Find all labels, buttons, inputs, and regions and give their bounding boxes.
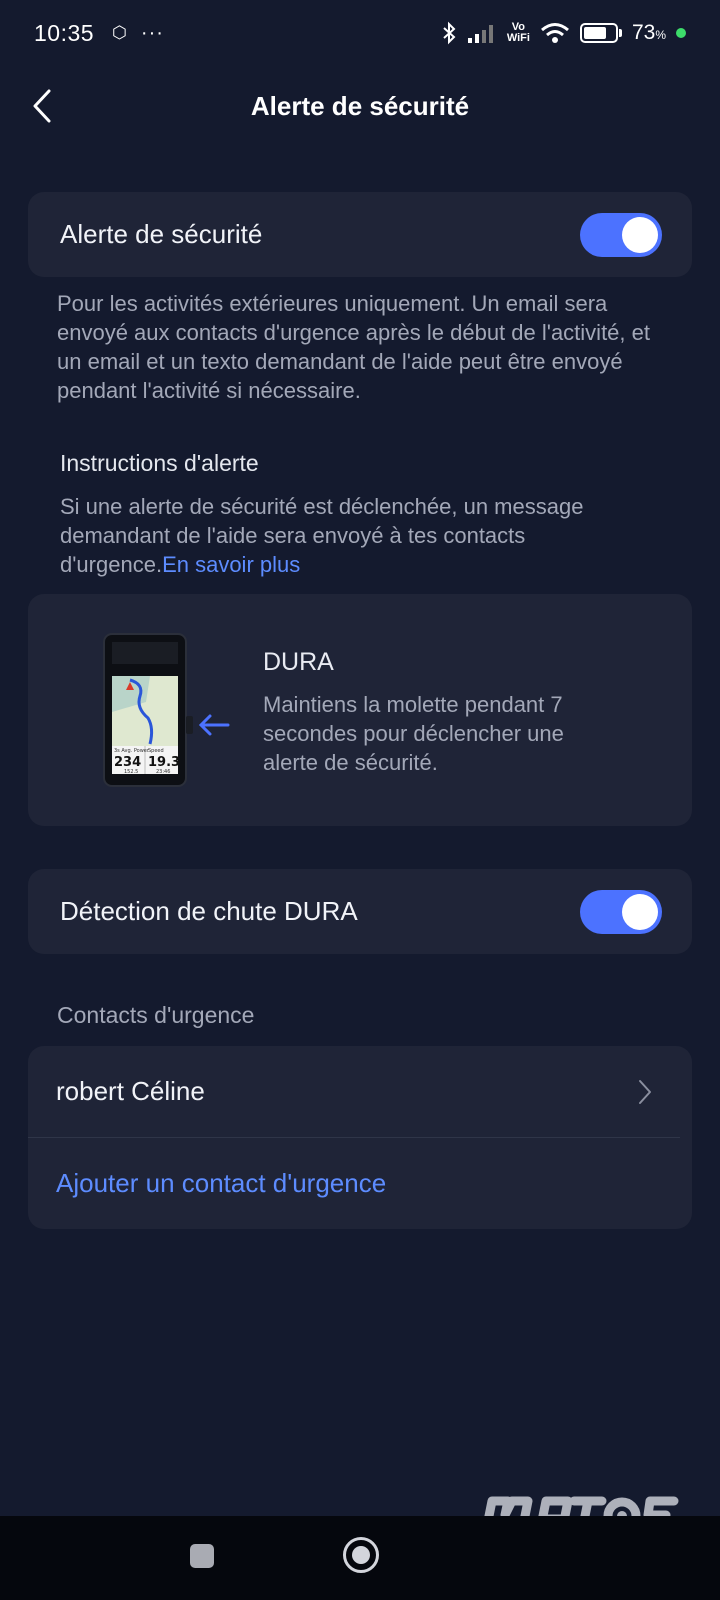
instructions-body: Si une alerte de sécurité est déclenchée… bbox=[60, 494, 584, 577]
page-title: Alerte de sécurité bbox=[250, 90, 470, 121]
battery-fill bbox=[583, 27, 606, 39]
status-time: 10:35 bbox=[34, 19, 95, 46]
bluetooth-icon bbox=[443, 21, 456, 45]
status-icons: Vo WiFi 73% bbox=[441, 21, 686, 45]
device-screen-value-speed: 19.3 bbox=[148, 755, 180, 770]
device-instructions: Maintiens la molette pendant 7 secondes … bbox=[263, 692, 564, 775]
recent-apps-button[interactable] bbox=[190, 1544, 214, 1568]
device-screen-footer-right: 23:46 bbox=[156, 769, 170, 775]
charging-dot-icon bbox=[676, 28, 686, 38]
device-screen-label-power: 3s Avg. Power bbox=[114, 748, 150, 754]
vowifi-icon: Vo WiFi bbox=[507, 22, 530, 44]
fall-detection-toggle[interactable] bbox=[580, 889, 662, 934]
device-card: 3s Avg. Power Speed 234 19.3 152.5 23:46… bbox=[28, 594, 692, 826]
device-name: DURA bbox=[263, 648, 334, 676]
contacts-card: robert Céline Ajouter un contact d'urgen… bbox=[28, 1046, 692, 1229]
fall-detection-card: Détection de chute DURA bbox=[28, 869, 692, 954]
device-screen-label-speed: Speed bbox=[148, 748, 164, 754]
toggle-knob bbox=[622, 216, 658, 253]
vowifi-bottom: WiFi bbox=[506, 32, 530, 44]
contact-row[interactable]: robert Céline bbox=[28, 1046, 680, 1138]
hexagon-notification-icon: ⬡ bbox=[112, 23, 127, 42]
safety-alert-card: Alerte de sécurité bbox=[28, 192, 692, 277]
back-button[interactable] bbox=[22, 84, 62, 128]
more-notifications-icon: ··· bbox=[140, 21, 164, 44]
device-screen-value-power: 234 bbox=[114, 755, 141, 770]
safety-alert-description: Pour les activités extérieures uniquemen… bbox=[57, 291, 650, 403]
home-button[interactable] bbox=[343, 1537, 379, 1573]
status-bar: 10:35 ⬡ ··· Vo WiFi 73% bbox=[0, 0, 720, 66]
add-emergency-contact-label: Ajouter un contact d'urgence bbox=[56, 1167, 387, 1198]
bike-computer-image: 3s Avg. Power Speed 234 19.3 152.5 23:46 bbox=[103, 633, 230, 787]
instructions-text: Si une alerte de sécurité est déclenchée… bbox=[60, 492, 660, 579]
device-screen-footer-left: 152.5 bbox=[124, 769, 138, 775]
system-nav-bar bbox=[0, 1516, 720, 1600]
safety-alert-label: Alerte de sécurité bbox=[60, 219, 263, 249]
contacts-section-title: Contacts d'urgence bbox=[57, 1002, 255, 1028]
safety-alert-toggle[interactable] bbox=[580, 212, 662, 257]
learn-more-link[interactable]: En savoir plus bbox=[162, 552, 300, 577]
signal-icon bbox=[467, 25, 493, 43]
fall-detection-label: Détection de chute DURA bbox=[60, 896, 358, 926]
add-emergency-contact-button[interactable]: Ajouter un contact d'urgence bbox=[28, 1138, 692, 1228]
battery-icon bbox=[579, 23, 622, 43]
contact-name: robert Céline bbox=[56, 1076, 205, 1106]
toggle-knob bbox=[622, 893, 658, 930]
instructions-title: Instructions d'alerte bbox=[60, 450, 259, 476]
battery-percent: 73% bbox=[631, 21, 666, 44]
chevron-left-icon bbox=[33, 89, 51, 123]
app-header: Alerte de sécurité bbox=[0, 66, 720, 146]
chevron-right-icon bbox=[639, 1079, 651, 1104]
wifi-icon bbox=[541, 23, 569, 43]
